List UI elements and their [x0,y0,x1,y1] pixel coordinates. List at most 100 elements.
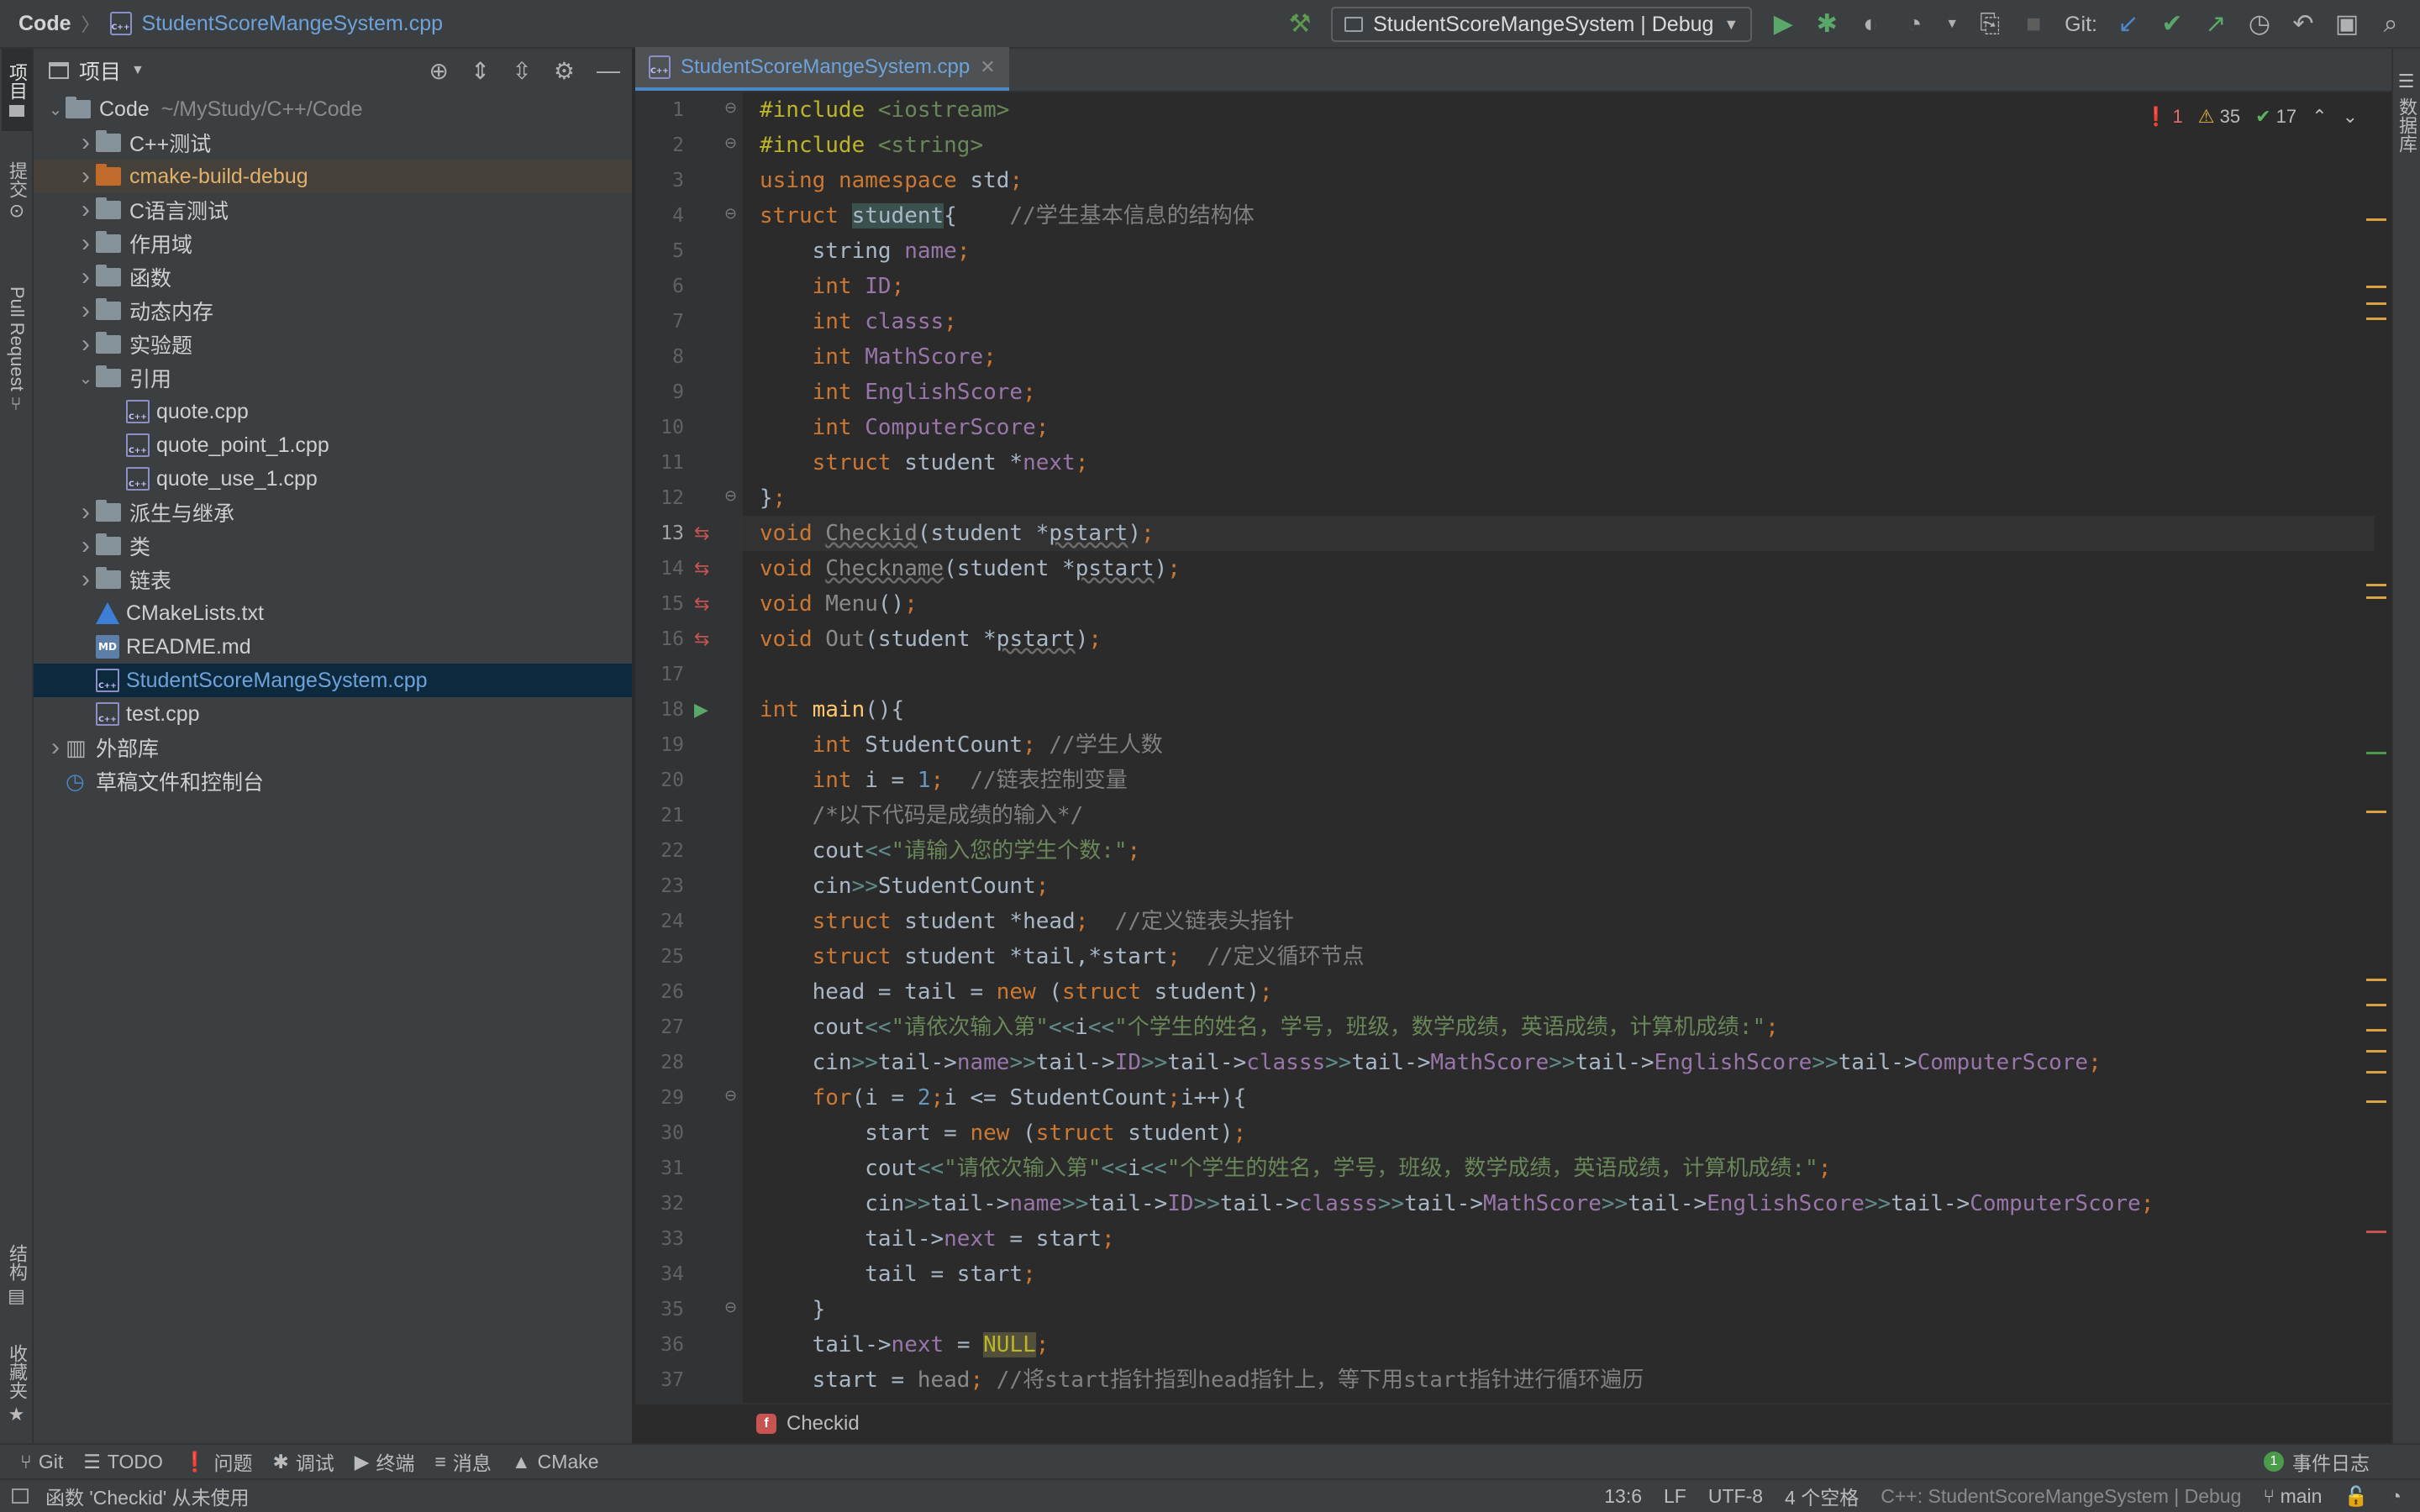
fold-icon[interactable]: ⊖ [724,99,737,117]
collapse-all-icon[interactable]: ⇳ [512,57,531,85]
close-icon[interactable]: ✕ [980,56,995,78]
layout-window-icon[interactable]: ▣ [2334,12,2360,37]
resolve-context[interactable]: C++: StudentScoreMangeSystem | Debug [1881,1485,2241,1508]
lock-icon[interactable]: 🔓 [2344,1485,2368,1508]
tree-item[interactable]: › cmake-build-debug [34,160,632,193]
git-push-icon[interactable]: ↗ [2203,12,2228,37]
chevron-down-icon[interactable]: ⌄ [45,99,66,120]
tool-button-todo[interactable]: ☰ TODO [83,1451,163,1473]
toggle-tool-windows-icon[interactable] [12,1488,29,1504]
stripe-mark[interactable] [2366,1029,2386,1032]
tool-tab-structure[interactable]: 结构 ▤ [2,1233,32,1317]
code-line[interactable]: /*以下代码是成绩的输入*/ [760,798,1084,833]
stripe-mark[interactable] [2366,979,2386,981]
stripe-mark[interactable] [2366,218,2386,221]
navigate-to-definition-icon[interactable]: ⇆ [694,593,709,615]
chevron-right-icon[interactable]: › [76,229,96,258]
line-number[interactable]: 17 [635,664,684,685]
line-number-gutter[interactable]: 1 2 3 4 5 6 7 8 9 10 11 12 13 14 15 16 17 18 19 20 21 22 23 24 2… [635,92,743,1448]
tree-item[interactable]: ⌄ 引用 [34,361,632,395]
error-stripe[interactable] [2358,92,2391,1448]
tree-item[interactable]: › 函数 [34,260,632,294]
code-line[interactable]: struct student{ //学生基本信息的结构体 [760,198,1255,234]
tree-item[interactable]: › 派生与继承 [34,496,632,529]
line-number[interactable]: 28 [635,1052,684,1074]
profile-icon[interactable]: ◔ [1902,12,1927,37]
coverage-icon[interactable]: ◐ [1858,12,1883,37]
tree-item[interactable]: quote.cpp [34,395,632,428]
line-number[interactable]: 14 [635,558,684,580]
code-line[interactable]: start = new (struct student); [760,1116,1246,1151]
tool-tab-project[interactable]: 项目 [2,49,32,131]
code-line[interactable]: start = head; //将start指针指到head指针上，等下用sta… [760,1362,1644,1398]
line-number[interactable]: 23 [635,875,684,897]
code-line[interactable]: cout<<"请依次输入第"<<i<<"个学生的姓名，学号，班级，数学成绩，英语… [760,1151,1831,1186]
tool-tab-pull-request[interactable]: Pull Request ⑂ [2,254,32,447]
tool-tab-favorites[interactable]: 收藏夹 ★ [2,1334,32,1435]
line-number[interactable]: 19 [635,734,684,756]
rollback-icon[interactable]: ↶ [2291,12,2316,37]
code-line[interactable]: #include <iostream> [760,92,1009,128]
stripe-mark[interactable] [2366,752,2386,754]
tool-tab-database[interactable]: ☰ 数据库 [2393,57,2420,166]
indent-setting[interactable]: 4 个空格 [1785,1482,1859,1510]
breadcrumb-root[interactable]: Code [18,12,71,36]
stripe-mark[interactable] [2366,318,2386,320]
code-line[interactable]: head = tail = new (struct student); [760,974,1273,1010]
line-number[interactable]: 15 [635,593,684,615]
fold-icon[interactable]: ⊖ [724,205,737,223]
memory-indicator-icon[interactable]: ◔ [2390,1485,2402,1508]
file-encoding[interactable]: UTF-8 [1708,1485,1763,1508]
line-number[interactable]: 5 [635,240,684,262]
line-number[interactable]: 31 [635,1158,684,1179]
line-number[interactable]: 24 [635,911,684,932]
previous-highlight-icon[interactable]: ⌃ [2312,106,2327,128]
stripe-mark[interactable] [2366,1004,2386,1006]
chevron-right-icon[interactable]: › [76,297,96,325]
tree-item[interactable]: ⌄ Code ~/MyStudy/C++/Code [34,92,632,126]
line-number[interactable]: 1 [635,99,684,121]
code-line[interactable]: int i = 1; //链表控制变量 [760,763,1128,798]
tree-item[interactable]: › 实验题 [34,328,632,361]
editor-tab-studentscoremangesystem[interactable]: StudentScoreMangeSystem.cpp ✕ [635,47,1009,91]
next-highlight-icon[interactable]: ⌄ [2343,106,2358,128]
code-line[interactable]: cin>>tail->name>>tail->ID>>tail->classs>… [760,1045,2102,1080]
code-line[interactable]: tail->next = NULL; [760,1327,1049,1362]
code-line[interactable]: int ComputerScore; [760,410,1050,445]
line-number[interactable]: 2 [635,134,684,156]
stripe-mark[interactable] [2366,1100,2386,1103]
code-line[interactable]: }; [760,480,786,516]
code-line[interactable]: tail = start; [760,1257,1036,1292]
tool-button-cmake[interactable]: ▲ CMake [512,1451,599,1473]
code-line[interactable]: int classs; [760,304,957,339]
warning-count[interactable]: ⚠ 35 [2198,106,2240,128]
code-line[interactable]: void Checkid(student *pstart); [760,516,1155,551]
tree-item[interactable]: quote_use_1.cpp [34,462,632,496]
line-number[interactable]: 12 [635,487,684,509]
tree-item[interactable]: MD README.md [34,630,632,664]
code-line[interactable]: tail->next = start; [760,1221,1114,1257]
tree-item[interactable]: › 作用域 [34,227,632,260]
tree-item[interactable]: › 链表 [34,563,632,596]
code-line[interactable]: struct student *next; [760,445,1089,480]
tool-button-debug[interactable]: ✱ 调试 [273,1447,334,1476]
error-count[interactable]: ❗ 1 [2144,106,2183,128]
expand-all-icon[interactable]: ⇕ [471,57,490,85]
breadcrumb-file[interactable]: StudentScoreMangeSystem.cpp [142,12,444,36]
run-icon[interactable]: ▶ [1770,12,1796,37]
code-line[interactable]: cout<<"请输入您的学生个数:"; [760,833,1141,869]
stripe-mark[interactable] [2366,596,2386,599]
code-line[interactable]: void Menu(); [760,586,918,622]
code-line[interactable]: cin>>tail->name>>tail->ID>>tail->classs>… [760,1186,2154,1221]
chevron-right-icon[interactable]: › [76,129,96,157]
line-number[interactable]: 4 [635,205,684,227]
line-number[interactable]: 11 [635,452,684,474]
line-number[interactable]: 10 [635,417,684,438]
chevron-right-icon[interactable]: › [76,330,96,359]
line-number[interactable]: 37 [635,1369,684,1391]
tree-item[interactable]: › C++测试 [34,126,632,160]
stripe-mark[interactable] [2366,1231,2386,1233]
tree-item[interactable]: › 类 [34,529,632,563]
code-line[interactable]: for(i = 2;i <= StudentCount;i++){ [760,1080,1247,1116]
stripe-mark[interactable] [2366,1071,2386,1074]
